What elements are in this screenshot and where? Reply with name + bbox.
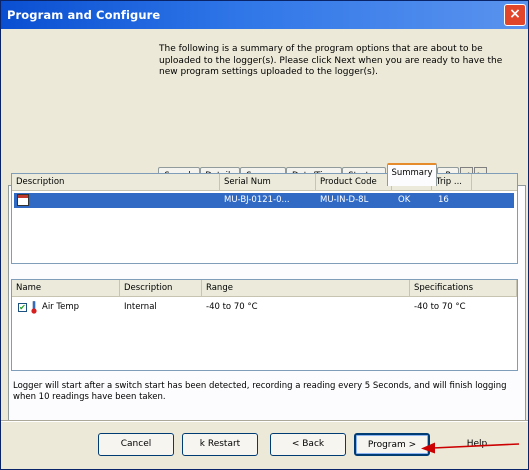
close-icon: × xyxy=(509,6,521,22)
cancel-label: Cancel xyxy=(120,439,152,449)
close-button[interactable]: × xyxy=(504,4,526,26)
program-button[interactable]: Program > xyxy=(354,433,430,456)
channel-range: -40 to 70 °C xyxy=(206,302,258,312)
channels-list-header: Name Description Range Specifications xyxy=(12,280,517,297)
footer-divider xyxy=(1,420,528,422)
start-status-text: Logger will start after a switch start h… xyxy=(13,381,507,402)
restart-button[interactable]: k Restart xyxy=(182,433,258,456)
loggers-list-header: Description Serial Num Product Code Batt… xyxy=(12,174,517,191)
channels-list[interactable]: Name Description Range Specifications ✔ … xyxy=(11,279,518,371)
channel-description: Internal xyxy=(124,302,157,312)
restart-prefix: k xyxy=(199,439,205,449)
program-configure-window: Program and Configure × The following is… xyxy=(0,0,529,470)
logger-trip: 16 xyxy=(438,195,449,205)
check-icon: ✔ xyxy=(19,303,26,312)
col-serial-num[interactable]: Serial Num xyxy=(220,174,316,191)
table-row[interactable]: ✔ Air Temp Internal -40 to 70 °C -40 to … xyxy=(14,300,514,315)
logger-product-code: MU-IN-D-8L xyxy=(320,195,369,205)
logger-document-icon xyxy=(17,194,29,206)
col-product-code[interactable]: Product Code xyxy=(316,174,392,191)
loggers-list[interactable]: Description Serial Num Product Code Batt… xyxy=(11,173,518,264)
window-title: Program and Configure xyxy=(7,8,161,22)
cancel-button[interactable]: Cancel xyxy=(98,433,174,456)
intro-text: The following is a summary of the progra… xyxy=(159,44,503,77)
col-specifications[interactable]: Specifications xyxy=(410,280,517,297)
tab-summary[interactable]: Summary xyxy=(387,163,437,186)
thermometer-icon xyxy=(31,301,37,314)
annotation-arrow-icon xyxy=(421,442,520,454)
back-button[interactable]: < Back xyxy=(270,433,346,456)
col-channel-description[interactable]: Description xyxy=(120,280,202,297)
program-label: Program > xyxy=(367,440,417,450)
channel-specifications: -40 to 70 °C xyxy=(414,302,466,312)
channel-name: Air Temp xyxy=(42,302,80,312)
col-name[interactable]: Name xyxy=(12,280,120,297)
logger-serial: MU-BJ-0121-0... xyxy=(224,195,290,205)
back-label: < Back xyxy=(291,439,325,449)
col-description[interactable]: Description xyxy=(12,174,220,191)
air-temp-checkbox[interactable]: ✔ xyxy=(18,303,27,312)
table-row[interactable]: MU-BJ-0121-0... MU-IN-D-8L OK 16 xyxy=(14,193,514,208)
col-range[interactable]: Range xyxy=(202,280,410,297)
col-trip[interactable]: Trip ... xyxy=(432,174,472,191)
title-bar[interactable]: Program and Configure × xyxy=(1,1,528,29)
logger-battery: OK xyxy=(398,195,411,205)
restart-label: Restart xyxy=(207,439,241,449)
